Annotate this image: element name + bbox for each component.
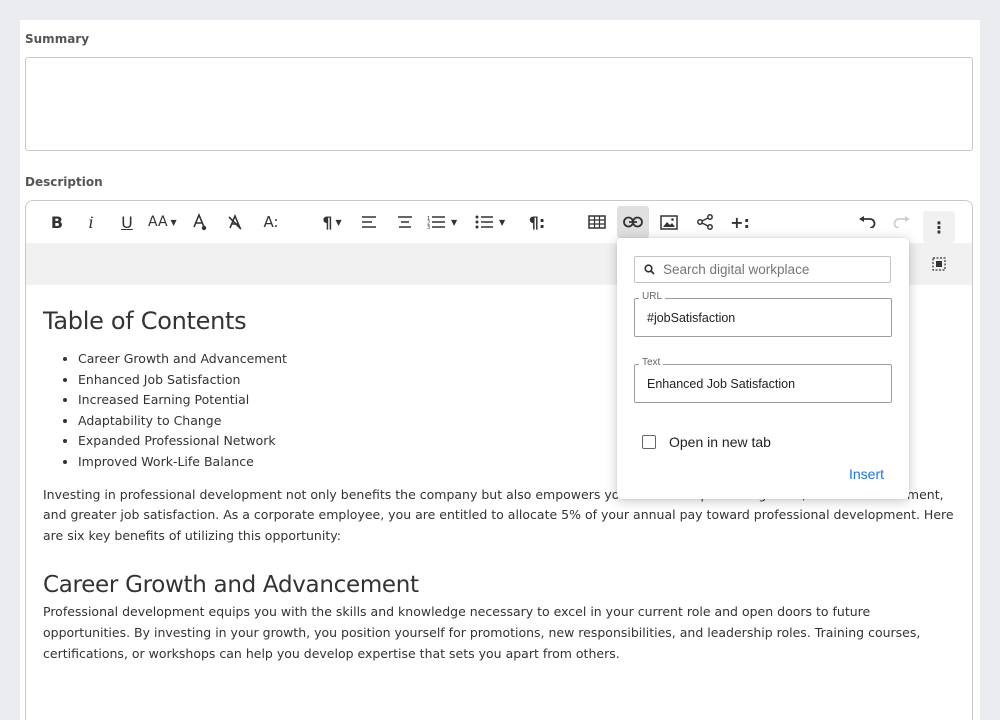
search-input[interactable]: [661, 261, 885, 278]
svg-text:3: 3: [427, 225, 430, 229]
description-label: Description: [25, 175, 103, 189]
summary-textarea[interactable]: [25, 57, 973, 151]
paragraph-icon: ¶: [322, 212, 333, 232]
insert-link-button[interactable]: [617, 206, 649, 238]
share-button[interactable]: [691, 206, 719, 238]
caret-down-icon: ▼: [170, 217, 177, 227]
url-field-label: URL: [639, 291, 666, 302]
insert-more-button[interactable]: +:: [726, 206, 754, 238]
insert-image-button[interactable]: [655, 206, 683, 238]
url-input[interactable]: [645, 310, 884, 326]
text-input[interactable]: [645, 376, 884, 392]
caret-down-icon: ▼: [451, 217, 458, 227]
text-field-label: Text: [639, 357, 664, 368]
search-icon: [644, 264, 655, 275]
url-field[interactable]: URL: [634, 291, 892, 337]
caret-down-icon: ▼: [335, 217, 342, 227]
align-center-button[interactable]: [391, 206, 419, 238]
select-all-icon: [932, 257, 946, 271]
insert-link-popup: URL Text Open in new tab Insert: [617, 238, 909, 499]
underline-button[interactable]: U: [113, 206, 141, 238]
section-heading: Career Growth and Advancement: [43, 572, 419, 599]
font-size-button[interactable]: AA ▼: [148, 206, 177, 238]
caret-down-icon: ▼: [499, 217, 506, 227]
paragraph-style-button[interactable]: ¶:: [523, 206, 551, 238]
insert-table-button[interactable]: [583, 206, 611, 238]
open-new-tab-label: Open in new tab: [669, 434, 771, 450]
align-center-icon: [398, 216, 412, 228]
section-paragraph: Professional development equips you with…: [43, 604, 921, 661]
summary-label: Summary: [25, 32, 90, 46]
undo-icon: [859, 216, 876, 228]
more-options-button[interactable]: ⋮: [923, 211, 955, 243]
text-field[interactable]: Text: [634, 357, 892, 403]
unordered-list-icon: [475, 215, 493, 229]
font-size-icon: AA: [148, 214, 168, 230]
table-icon: [588, 215, 606, 229]
ordered-list-icon: 123: [427, 216, 445, 229]
clear-format-button[interactable]: [221, 206, 249, 238]
editor-toolbar: B i U AA ▼ A: ¶ ▼ 1 2 3 ▼ ▼ ¶: +: ⋮: [26, 201, 972, 243]
unordered-list-button[interactable]: ▼: [475, 206, 505, 238]
image-icon: [660, 214, 678, 230]
align-left-button[interactable]: [355, 206, 383, 238]
workplace-search[interactable]: [634, 256, 891, 283]
select-all-button[interactable]: [923, 248, 955, 280]
redo-button[interactable]: [888, 206, 916, 238]
open-new-tab-checkbox[interactable]: [642, 435, 656, 449]
text-style-button[interactable]: A:: [257, 206, 285, 238]
paragraph-format-button[interactable]: ¶ ▼: [318, 206, 346, 238]
text-color-icon: [193, 213, 207, 231]
open-new-tab-option[interactable]: Open in new tab: [642, 434, 771, 450]
align-left-icon: [362, 216, 376, 228]
redo-icon: [893, 216, 910, 228]
clear-format-icon: [228, 214, 242, 230]
text-color-button[interactable]: [186, 206, 214, 238]
italic-button[interactable]: i: [77, 206, 105, 238]
share-icon: [697, 214, 713, 230]
ordered-list-button[interactable]: 1 2 3 ▼: [427, 206, 457, 238]
undo-button[interactable]: [853, 206, 881, 238]
bold-button[interactable]: B: [43, 206, 71, 238]
insert-button[interactable]: Insert: [849, 466, 884, 482]
link-icon: [623, 216, 643, 228]
